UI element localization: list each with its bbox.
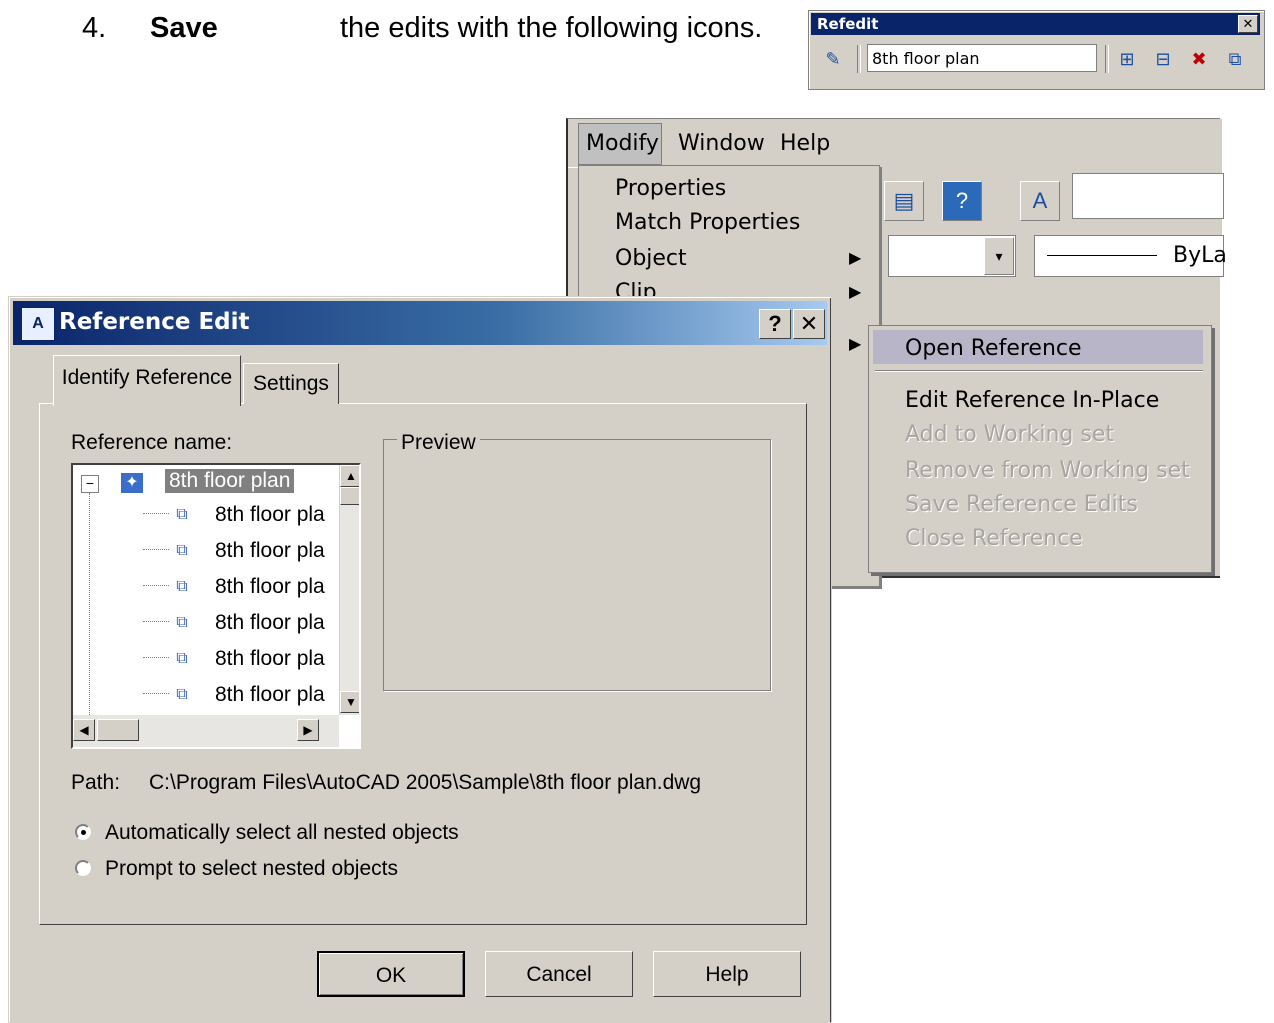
discard-changes-icon[interactable]: ✖ — [1185, 45, 1213, 73]
vertical-scrollbar[interactable]: ▲ ▼ — [339, 465, 359, 715]
path-value: C:\Program Files\AutoCAD 2005\Sample\8th… — [149, 771, 702, 794]
tree-child-node[interactable]: 8th floor pla — [215, 647, 325, 671]
tree-line — [89, 493, 90, 727]
linetype-combo[interactable]: ByLa — [1034, 235, 1227, 277]
tab-identify-reference[interactable]: Identify Reference — [53, 355, 241, 406]
add-to-workingset-icon[interactable]: ⊞ — [1113, 45, 1141, 73]
toolbar-button-icon[interactable]: ▤ — [884, 181, 924, 221]
linetype-value: ByLa — [1173, 243, 1227, 268]
save-back-changes-icon[interactable]: ⧉ — [1221, 45, 1249, 73]
ok-button[interactable]: OK — [317, 951, 465, 997]
submenu-arrow-icon: ▶ — [849, 250, 862, 267]
menu-item-properties[interactable]: Properties — [615, 176, 726, 201]
xref-submenu: Open Reference Edit Reference In-Place A… — [868, 325, 1212, 573]
help-icon[interactable]: ? — [942, 181, 982, 221]
menu-item-match-properties[interactable]: Match Properties — [615, 210, 800, 235]
help-button[interactable]: Help — [653, 951, 801, 997]
dialog-title: Reference Edit — [59, 309, 250, 335]
tree-root-node[interactable]: 8th floor plan — [165, 469, 295, 493]
tree-line — [143, 657, 169, 658]
toolbar-separator — [1105, 45, 1109, 73]
reference-name-field[interactable]: 8th floor plan — [867, 44, 1097, 72]
tree-child-node[interactable]: 8th floor pla — [215, 503, 325, 527]
menu-item-remove-from-working-set[interactable]: Remove from Working set — [905, 458, 1190, 483]
scroll-up-icon[interactable]: ▲ — [340, 465, 359, 487]
menu-window[interactable]: Window — [678, 131, 765, 156]
xref-icon: ⧉ — [176, 614, 188, 631]
close-icon[interactable]: ✕ — [1238, 15, 1258, 33]
block-icon: ✦ — [121, 473, 143, 493]
tree-line — [143, 549, 169, 550]
tree-line — [143, 513, 169, 514]
xref-icon: ⧉ — [176, 686, 188, 703]
radio-prompt-select[interactable] — [75, 860, 91, 876]
horizontal-scrollbar[interactable]: ◀ ▶ — [73, 715, 339, 747]
linetype-line — [1047, 255, 1157, 256]
refedit-icon[interactable]: ✎ — [819, 45, 847, 73]
menu-separator — [875, 370, 1203, 372]
tree-line — [143, 693, 169, 694]
tree-line — [143, 585, 169, 586]
tab-settings[interactable]: Settings — [243, 363, 339, 404]
menu-modify[interactable]: Modify — [586, 131, 659, 156]
submenu-arrow-icon: ▶ — [849, 284, 862, 301]
reference-name-label: Reference name: — [71, 431, 233, 454]
menu-item-add-to-working-set[interactable]: Add to Working set — [905, 422, 1114, 447]
step-number: 4. — [82, 12, 107, 44]
radio-auto-select[interactable] — [75, 824, 91, 840]
xref-icon: ⧉ — [176, 542, 188, 559]
remove-from-workingset-icon[interactable]: ⊟ — [1149, 45, 1177, 73]
menu-item-object[interactable]: Object — [615, 246, 687, 271]
refedit-toolbar-title: Refedit — [811, 13, 1260, 35]
chevron-down-icon[interactable]: ▾ — [984, 237, 1014, 275]
reference-edit-dialog: A Reference Edit ? ✕ Identify Reference … — [8, 296, 832, 1023]
radio-prompt-select-label[interactable]: Prompt to select nested objects — [105, 857, 398, 881]
menu-item-close-reference[interactable]: Close Reference — [905, 526, 1083, 551]
text-style-icon[interactable]: A — [1020, 181, 1060, 221]
menu-help[interactable]: Help — [780, 131, 830, 156]
collapse-icon[interactable]: − — [81, 475, 99, 493]
reference-tree[interactable]: − ✦ 8th floor plan ⧉ 8th floor pla ⧉ 8th… — [71, 463, 361, 749]
dialog-titlebar: A Reference Edit ? ✕ — [13, 301, 827, 345]
menu-item-edit-reference-in-place[interactable]: Edit Reference In-Place — [905, 388, 1159, 413]
menu-bar: Modify Window Help — [568, 119, 1222, 168]
tree-child-node[interactable]: 8th floor pla — [215, 539, 325, 563]
cancel-button[interactable]: Cancel — [485, 951, 633, 997]
scroll-down-icon[interactable]: ▼ — [340, 691, 359, 713]
scroll-left-icon[interactable]: ◀ — [73, 719, 95, 741]
preview-box — [383, 439, 771, 691]
step-action: Save — [150, 12, 218, 44]
app-icon: A — [21, 307, 55, 341]
xref-icon: ⧉ — [176, 578, 188, 595]
tree-line — [143, 621, 169, 622]
scroll-thumb[interactable] — [340, 487, 359, 505]
menu-item-save-reference-edits[interactable]: Save Reference Edits — [905, 492, 1138, 517]
toolbar-separator — [857, 45, 861, 73]
preview-label: Preview — [397, 431, 480, 455]
xref-icon: ⧉ — [176, 650, 188, 667]
tree-child-node[interactable]: 8th floor pla — [215, 683, 325, 707]
menu-item-open-reference[interactable]: Open Reference — [905, 336, 1082, 361]
text-input[interactable] — [1072, 173, 1224, 219]
radio-auto-select-label[interactable]: Automatically select all nested objects — [105, 821, 459, 845]
refedit-toolbar: Refedit ✕ ✎ 8th floor plan ⊞ ⊟ ✖ ⧉ — [808, 10, 1265, 90]
path-label: Path: — [71, 771, 121, 794]
help-title-button[interactable]: ? — [759, 309, 791, 339]
step-text: the edits with the following icons. — [340, 12, 763, 44]
close-icon[interactable]: ✕ — [793, 309, 825, 339]
tree-child-node[interactable]: 8th floor pla — [215, 611, 325, 635]
submenu-arrow-icon: ▶ — [849, 336, 862, 353]
scroll-thumb[interactable] — [97, 719, 139, 741]
xref-icon: ⧉ — [176, 506, 188, 523]
tree-child-node[interactable]: 8th floor pla — [215, 575, 325, 599]
scroll-right-icon[interactable]: ▶ — [297, 719, 319, 741]
